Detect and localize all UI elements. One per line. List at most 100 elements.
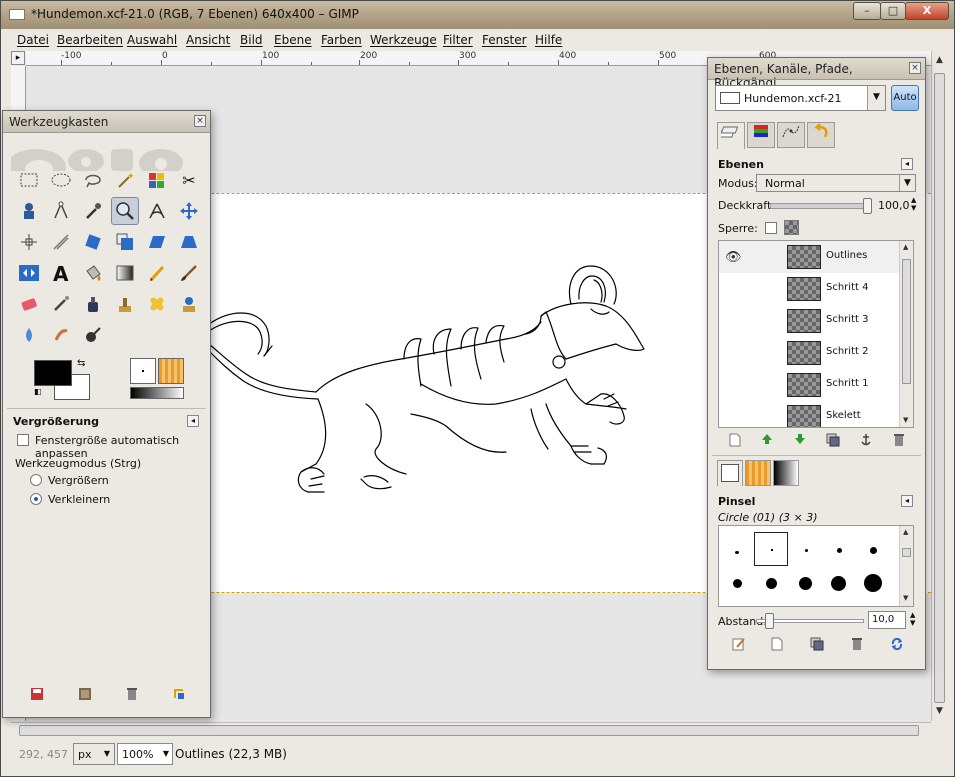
scroll-up-icon[interactable]: ▲: [936, 55, 943, 65]
zoom-out-radio[interactable]: [30, 493, 42, 505]
lock-pixels-checkbox[interactable]: [765, 222, 777, 234]
spacing-slider[interactable]: [756, 613, 864, 629]
tab-menu-icon[interactable]: ◂: [901, 158, 913, 170]
layer-list[interactable]: 👁 Outlines Schritt 4 Schritt 3 Schritt 2…: [718, 240, 914, 428]
clone-icon[interactable]: [111, 290, 139, 318]
tab-channels[interactable]: [747, 122, 775, 148]
brush-item[interactable]: [733, 579, 742, 588]
selected-brush-item[interactable]: [754, 532, 788, 566]
shear-icon[interactable]: [143, 228, 171, 256]
opacity-slider[interactable]: [770, 198, 872, 214]
spacing-input[interactable]: 10,0: [868, 611, 906, 629]
brush-grid[interactable]: ▲ ▼: [718, 525, 914, 607]
new-brush-icon[interactable]: [768, 637, 786, 653]
blend-icon[interactable]: [111, 259, 139, 287]
menu-fenster[interactable]: Fenster: [482, 33, 527, 47]
airbrush-icon[interactable]: [47, 290, 75, 318]
menu-farben[interactable]: Farben: [321, 33, 362, 47]
text-icon[interactable]: A: [47, 259, 75, 287]
scroll-down-icon[interactable]: ▼: [903, 594, 908, 602]
edit-brush-icon[interactable]: [730, 637, 748, 653]
scroll-up-icon[interactable]: ▲: [903, 528, 908, 536]
layer-list-scrollbar[interactable]: ▲ ▼: [899, 241, 913, 427]
menu-bild[interactable]: Bild: [240, 33, 263, 47]
restore-options-icon[interactable]: [77, 687, 93, 703]
zoom-icon[interactable]: [111, 197, 139, 225]
horizontal-scroll-thumb[interactable]: [19, 725, 919, 736]
tab-menu-icon[interactable]: ◂: [187, 415, 199, 427]
layer-row[interactable]: Schritt 2: [719, 337, 899, 369]
close-button[interactable]: X: [905, 2, 949, 20]
tab-layers[interactable]: [717, 122, 745, 149]
opacity-slider-handle[interactable]: [863, 198, 872, 214]
minimize-button[interactable]: –: [853, 2, 881, 20]
paintbrush-icon[interactable]: [175, 259, 203, 287]
horizontal-scrollbar[interactable]: [11, 722, 931, 738]
layer-row[interactable]: Schritt 1: [719, 369, 899, 401]
close-icon[interactable]: ×: [194, 115, 206, 127]
chevron-down-icon[interactable]: ▼: [867, 86, 885, 110]
rotate-icon[interactable]: [79, 228, 107, 256]
active-pattern-preview[interactable]: [158, 358, 184, 384]
ellipse-select-icon[interactable]: [47, 166, 75, 194]
scissors-icon[interactable]: ✂: [175, 166, 203, 194]
menu-auswahl[interactable]: Auswahl: [127, 33, 177, 47]
smudge-icon[interactable]: [47, 321, 75, 349]
vertical-scroll-thumb[interactable]: [934, 73, 945, 703]
magic-wand-icon[interactable]: ✦: [111, 166, 139, 194]
duplicate-layer-icon[interactable]: [824, 433, 842, 449]
lasso-icon[interactable]: [79, 166, 107, 194]
brush-item[interactable]: [831, 576, 846, 591]
layer-row[interactable]: Schritt 4: [719, 273, 899, 305]
dodge-burn-icon[interactable]: [79, 321, 107, 349]
swap-colors-icon[interactable]: ⇆: [77, 358, 85, 369]
layer-mode-select[interactable]: Normal ▼: [756, 174, 916, 192]
auto-resize-checkbox[interactable]: [17, 434, 29, 446]
tab-paths[interactable]: [777, 122, 805, 148]
layer-row[interactable]: 👁 Outlines: [719, 241, 899, 273]
scroll-down-icon[interactable]: ▼: [903, 416, 908, 424]
foreground-select-icon[interactable]: [15, 197, 43, 225]
menu-filter[interactable]: Filter: [443, 33, 473, 47]
delete-brush-icon[interactable]: [848, 637, 866, 653]
menu-ansicht[interactable]: Ansicht: [186, 33, 230, 47]
tab-gradients[interactable]: [773, 460, 799, 486]
tab-brushes[interactable]: [717, 460, 743, 486]
spin-arrows-icon[interactable]: ▲ ▼: [911, 196, 916, 212]
spacing-slider-handle[interactable]: [765, 613, 774, 629]
layer-row[interactable]: Skelett: [719, 401, 899, 427]
reset-colors-icon[interactable]: ◧: [34, 387, 42, 396]
brush-grid-scrollbar[interactable]: ▲ ▼: [899, 526, 913, 606]
brush-item[interactable]: [870, 547, 877, 554]
toolbox-title-bar[interactable]: Werkzeugkasten ×: [3, 111, 210, 133]
tab-undo-history[interactable]: [807, 122, 835, 148]
ink-icon[interactable]: [79, 290, 107, 318]
brush-item[interactable]: [864, 574, 882, 592]
rect-select-icon[interactable]: [15, 166, 43, 194]
scroll-down-icon[interactable]: ▼: [936, 706, 943, 716]
perspective-icon[interactable]: [175, 228, 203, 256]
scroll-up-icon[interactable]: ▲: [903, 243, 908, 251]
unit-selector[interactable]: px ▼: [73, 743, 115, 765]
crop-icon[interactable]: [47, 228, 75, 256]
move-icon[interactable]: [175, 197, 203, 225]
flip-icon[interactable]: [15, 259, 43, 287]
measure-icon[interactable]: [143, 197, 171, 225]
paths-icon[interactable]: [47, 197, 75, 225]
new-layer-icon[interactable]: [726, 433, 744, 449]
refresh-brushes-icon[interactable]: [888, 637, 906, 653]
scale-icon[interactable]: [111, 228, 139, 256]
color-picker-icon[interactable]: [79, 197, 107, 225]
bucket-fill-icon[interactable]: [79, 259, 107, 287]
image-selector[interactable]: Hundemon.xcf-21 ▼: [715, 85, 886, 111]
zoom-selector[interactable]: 100% ▼: [117, 743, 173, 765]
eraser-icon[interactable]: [15, 290, 43, 318]
brush-scroll-thumb[interactable]: [902, 548, 911, 557]
zoom-in-radio[interactable]: [30, 474, 42, 486]
quick-mask-toggle[interactable]: ▸: [11, 51, 25, 65]
reset-options-icon[interactable]: [171, 687, 187, 703]
perspective-clone-icon[interactable]: [175, 290, 203, 318]
lock-alpha-icon[interactable]: [784, 220, 799, 235]
brush-item[interactable]: [766, 578, 777, 589]
eye-icon[interactable]: 👁: [725, 250, 742, 265]
